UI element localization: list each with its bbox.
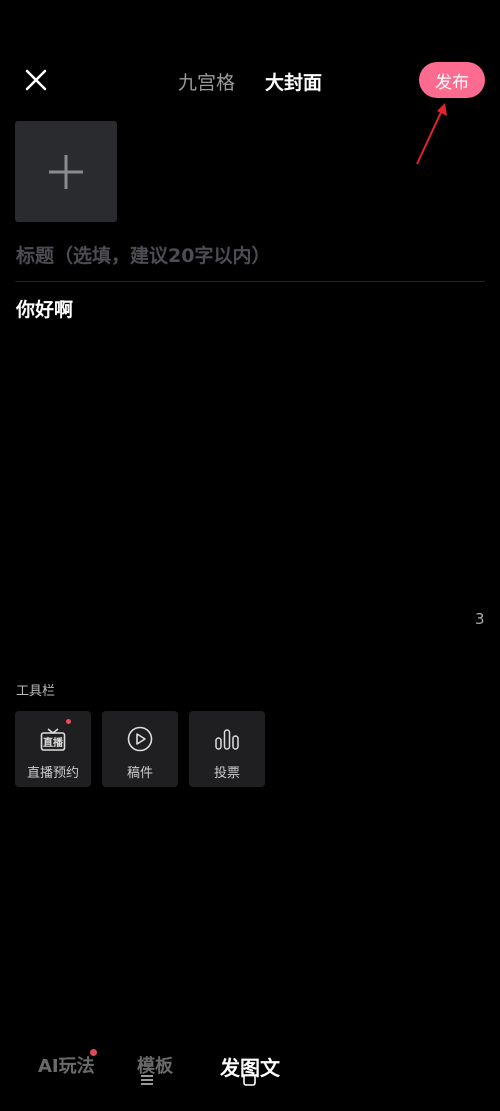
divider [15, 281, 485, 282]
char-count: 3 [475, 610, 485, 628]
close-icon [25, 69, 47, 91]
body-text-input[interactable]: 你好啊 [16, 295, 73, 322]
nav-ai-play[interactable]: AI玩法 [38, 1052, 95, 1078]
play-circle-icon [102, 725, 178, 753]
toolbar-item-vote[interactable]: 投票 [189, 711, 265, 787]
vote-bars-icon [189, 725, 265, 753]
toolbar-item-draft[interactable]: 稿件 [102, 711, 178, 787]
tool-label: 投票 [213, 766, 240, 781]
publish-button[interactable]: 发布 [419, 62, 485, 98]
svg-text:直播: 直播 [43, 736, 64, 749]
live-icon: 直播 [15, 725, 91, 753]
menu-lines-icon [141, 1075, 153, 1085]
title-input[interactable]: 标题（选填，建议20字以内） [16, 241, 270, 268]
close-button[interactable] [22, 66, 50, 94]
toolbar-item-live-reservation[interactable]: 直播 直播预约 [15, 711, 91, 787]
notification-dot [90, 1049, 97, 1056]
add-cover-button[interactable] [15, 121, 117, 222]
publish-label: 发布 [435, 72, 469, 93]
plus-icon [49, 154, 83, 189]
notification-dot [66, 719, 71, 724]
tab-big-cover[interactable]: 大封面 [265, 68, 322, 95]
tool-label: 直播预约 [26, 766, 79, 781]
tool-label: 稿件 [126, 766, 153, 781]
toolbar-label: 工具栏 [16, 684, 56, 699]
square-icon [243, 1074, 256, 1086]
annotation-arrow-icon [416, 103, 447, 165]
tab-nine-grid[interactable]: 九宫格 [178, 68, 235, 95]
